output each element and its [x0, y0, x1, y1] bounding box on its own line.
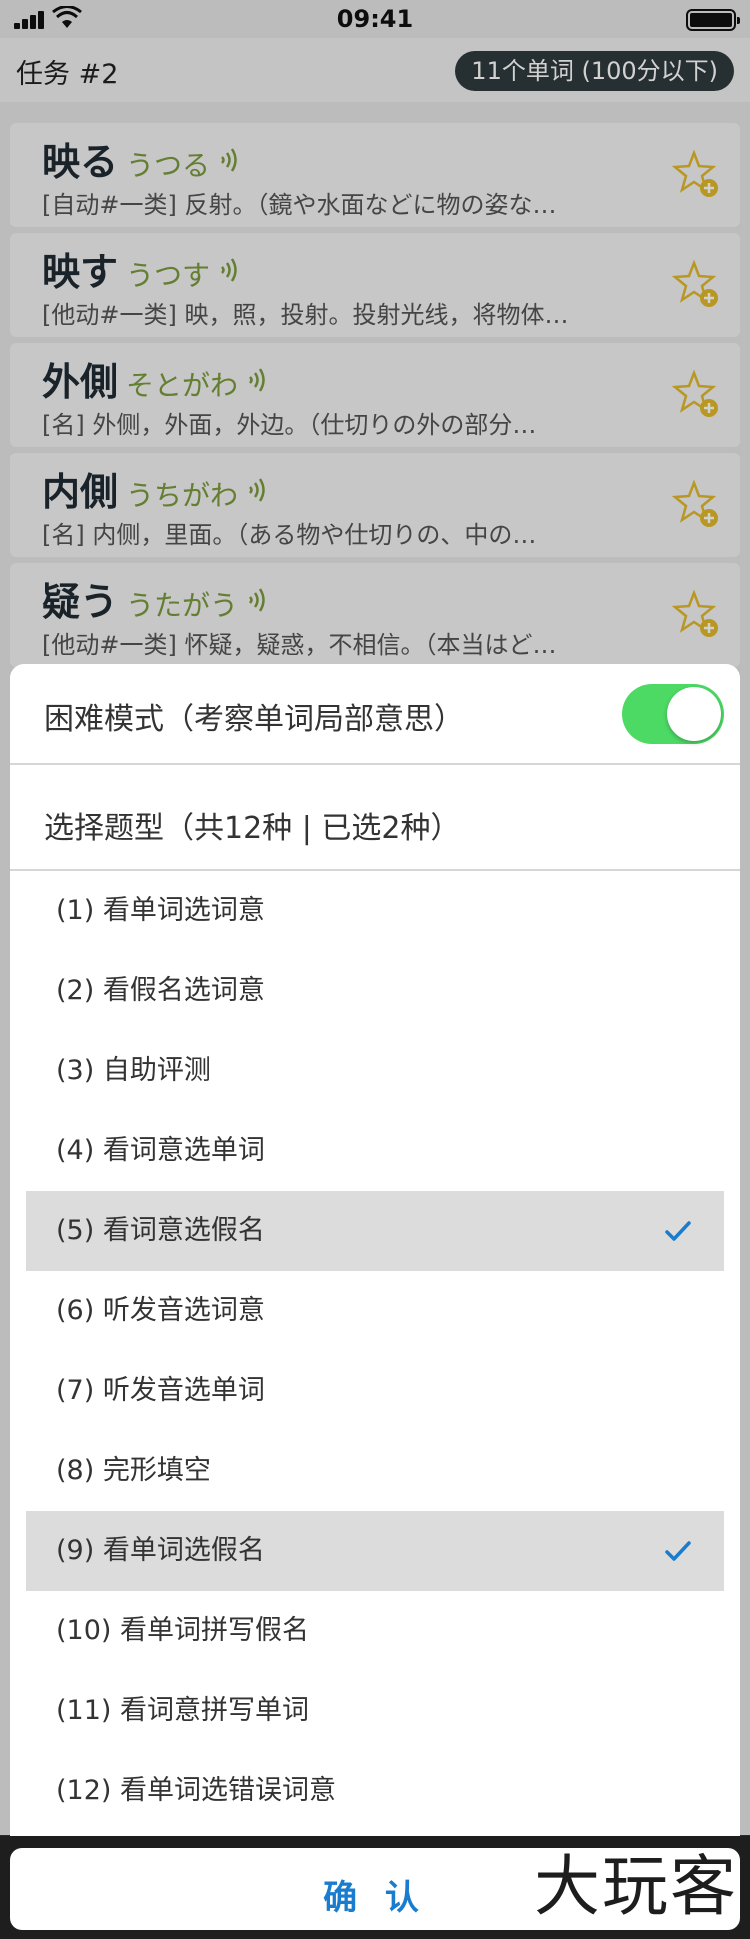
option-10[interactable]: (10) 看单词拼写假名 [26, 1591, 724, 1671]
option-label: (5) 看词意选假名 [56, 1215, 265, 1246]
option-label: (3) 自助评测 [56, 1055, 211, 1086]
hard-mode-label: 困难模式（考察单词局部意思） [44, 702, 464, 737]
question-type-header-label: 选择题型（共12种 | 已选2种） [44, 811, 461, 846]
option-1[interactable]: (1) 看单词选词意 [26, 871, 724, 951]
question-type-sheet: 困难模式（考察单词局部意思） 选择题型（共12种 | 已选2种） (1) 看单词… [10, 664, 740, 1836]
option-label: (9) 看单词选假名 [56, 1535, 265, 1566]
option-3[interactable]: (3) 自助评测 [26, 1031, 724, 1111]
hard-mode-toggle[interactable] [622, 684, 724, 744]
option-9[interactable]: (9) 看单词选假名 [26, 1511, 724, 1591]
option-label: (4) 看词意选单词 [56, 1135, 265, 1166]
option-label: (6) 听发音选词意 [56, 1295, 265, 1326]
option-label: (8) 完形填空 [56, 1455, 211, 1486]
option-label: (11) 看词意拼写单词 [56, 1695, 310, 1726]
option-6[interactable]: (6) 听发音选词意 [26, 1271, 724, 1351]
watermark-logo: 大玩客 [534, 1848, 738, 1925]
option-label: (10) 看单词拼写假名 [56, 1615, 310, 1646]
question-type-header: 选择题型（共12种 | 已选2种） [10, 765, 740, 871]
option-label: (7) 听发音选单词 [56, 1375, 265, 1406]
question-type-options: (1) 看单词选词意 (2) 看假名选词意 (3) 自助评测 (4) 看词意选单… [26, 871, 724, 1831]
option-label: (1) 看单词选词意 [56, 895, 265, 926]
option-label: (12) 看单词选错误词意 [56, 1775, 337, 1806]
option-label: (2) 看假名选词意 [56, 975, 265, 1006]
hard-mode-row: 困难模式（考察单词局部意思） [10, 664, 740, 765]
option-2[interactable]: (2) 看假名选词意 [26, 951, 724, 1031]
toggle-knob [667, 687, 721, 741]
option-7[interactable]: (7) 听发音选单词 [26, 1351, 724, 1431]
checkmark-icon [665, 1541, 691, 1561]
option-11[interactable]: (11) 看词意拼写单词 [26, 1671, 724, 1751]
option-8[interactable]: (8) 完形填空 [26, 1431, 724, 1511]
option-5[interactable]: (5) 看词意选假名 [26, 1191, 724, 1271]
checkmark-icon [665, 1221, 691, 1241]
option-4[interactable]: (4) 看词意选单词 [26, 1111, 724, 1191]
option-12[interactable]: (12) 看单词选错误词意 [26, 1751, 724, 1831]
